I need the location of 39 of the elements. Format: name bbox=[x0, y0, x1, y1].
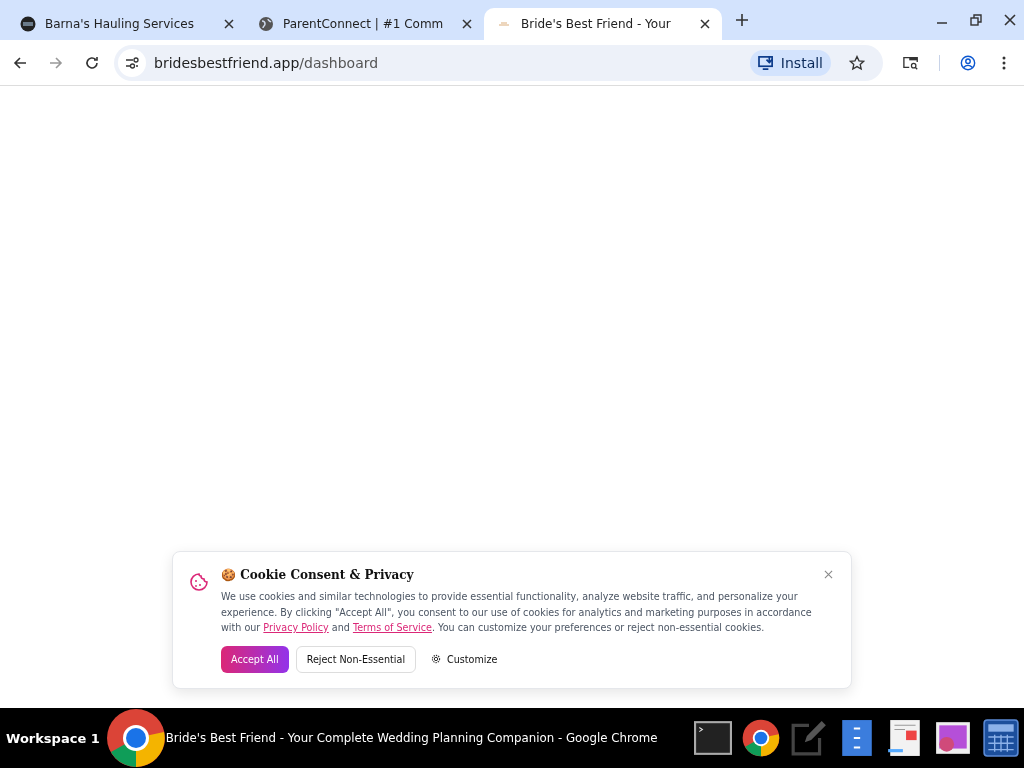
search-tabs-icon[interactable] bbox=[903, 54, 919, 71]
site-settings-icon[interactable] bbox=[118, 48, 146, 77]
restore-icon[interactable] bbox=[970, 14, 982, 26]
banner-title: 🍪 Cookie Consent & Privacy bbox=[221, 568, 415, 582]
reload-icon[interactable] bbox=[84, 54, 100, 71]
close-icon[interactable] bbox=[224, 19, 234, 29]
bookmark-star-icon[interactable] bbox=[849, 54, 865, 71]
terminal-icon[interactable] bbox=[694, 719, 732, 757]
accept-all-button[interactable]: Accept All bbox=[221, 645, 289, 673]
url-text: bridesbestfriend.app/dashboard bbox=[154, 54, 379, 71]
install-icon bbox=[757, 55, 775, 70]
pencil-icon[interactable] bbox=[790, 719, 828, 757]
browser-tab[interactable]: ParentConnect | #1 Comm bbox=[246, 8, 484, 40]
chrome-icon[interactable] bbox=[742, 719, 780, 757]
reject-button[interactable]: Reject Non-Essential bbox=[295, 645, 417, 673]
customize-button[interactable]: Customize bbox=[423, 645, 506, 673]
gear-icon bbox=[431, 654, 442, 664]
new-tab-icon[interactable] bbox=[736, 14, 748, 26]
workspace-label[interactable]: Workspace 1 bbox=[6, 730, 100, 746]
back-arrow-icon[interactable] bbox=[12, 54, 28, 71]
close-icon[interactable] bbox=[700, 19, 710, 29]
address-bar[interactable]: bridesbestfriend.app/dashboard Install bbox=[114, 44, 883, 81]
close-icon[interactable] bbox=[462, 19, 472, 29]
chrome-icon[interactable] bbox=[105, 708, 166, 768]
privacy-policy-link[interactable]: Privacy Policy bbox=[263, 622, 329, 633]
browser-tab[interactable]: Barna's Hauling Services bbox=[8, 8, 246, 40]
browser-tab[interactable]: Bride's Best Friend - Your bbox=[484, 8, 722, 40]
profile-icon[interactable] bbox=[960, 54, 976, 71]
banner-text: We use cookies and similar technologies to provide essential functionality, analyze website traffic, and personalize your experience. By clicking "Accept All", you consent to our use of cookies for analytics and marketing purposes in accordance with our Privacy Policy and Terms of Service. You can customize your preferences or reject non-essential cookies. bbox=[221, 590, 812, 635]
site-favicon-icon bbox=[20, 16, 36, 32]
close-icon[interactable] bbox=[1004, 14, 1016, 26]
terms-of-service-link[interactable]: Terms of Service bbox=[352, 622, 432, 633]
globe-icon bbox=[258, 16, 274, 32]
install-button[interactable]: Install bbox=[749, 49, 831, 76]
window-title[interactable]: Bride's Best Friend - Your Complete Wedding Planning Companion - Google Chrome bbox=[165, 731, 658, 745]
forward-arrow-icon[interactable] bbox=[48, 54, 64, 71]
calculator-icon[interactable] bbox=[982, 719, 1020, 757]
image-viewer-icon[interactable] bbox=[934, 719, 972, 757]
cookie-icon bbox=[189, 572, 209, 592]
